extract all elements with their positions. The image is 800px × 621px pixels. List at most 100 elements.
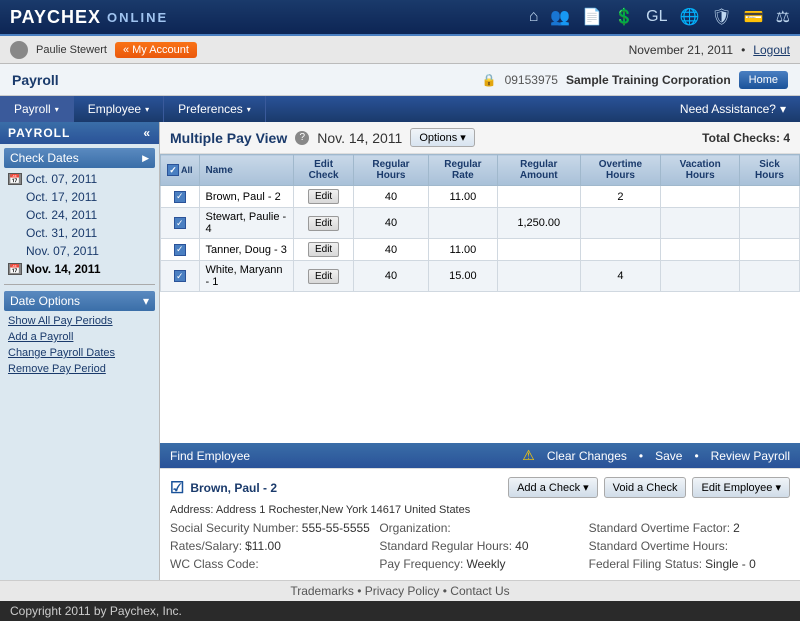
vacation-hours-col-header: Vacation Hours <box>661 155 740 186</box>
total-checks-value: 4 <box>783 131 790 145</box>
edit-btn-1[interactable]: Edit <box>308 216 339 231</box>
user-name: Paulie Stewert <box>36 44 107 56</box>
all-checkbox[interactable]: ✓ <box>167 164 179 176</box>
payment-icon[interactable]: 💳 <box>744 7 764 27</box>
home-button[interactable]: Home <box>739 71 788 89</box>
calendar-icon-0: 📅 <box>8 173 22 185</box>
check-dates-arrow: ▶ <box>142 153 149 164</box>
date-option-link-1[interactable]: Add a Payroll <box>0 329 159 345</box>
std-reg-hours-label: Standard Regular Hours: <box>379 539 512 553</box>
find-employee-label: Find Employee <box>170 449 250 463</box>
date-item-2[interactable]: Oct. 24, 2011 <box>4 206 155 224</box>
home-icon[interactable]: ⌂ <box>529 8 539 26</box>
regular-amount-col-header: Regular Amount <box>497 155 580 186</box>
row-vac-hours-1 <box>661 208 740 239</box>
header-icons: ⌂ 👥 📄 💲 GL 🌐 🛡 💳 ⚖ <box>529 7 790 27</box>
row-checkbox-2[interactable]: ✓ <box>161 239 200 261</box>
date-item-0[interactable]: 📅Oct. 07, 2011 <box>4 170 155 188</box>
user-info: Paulie Stewert « My Account <box>10 41 197 59</box>
clear-changes-link[interactable]: Clear Changes <box>547 449 627 463</box>
document-icon[interactable]: 📄 <box>582 7 602 27</box>
date-option-link-3[interactable]: Remove Pay Period <box>0 361 159 377</box>
table-row: ✓ White, Maryann - 1 Edit 40 15.00 4 <box>161 261 800 292</box>
gl-icon[interactable]: GL <box>646 8 667 26</box>
check-icon: ☑ <box>170 478 184 498</box>
row-checkbox-0[interactable]: ✓ <box>161 186 200 208</box>
sidebar: PAYROLL « Check Dates ▶ 📅Oct. 07, 2011Oc… <box>0 122 160 580</box>
date-option-link-2[interactable]: Change Payroll Dates <box>0 345 159 361</box>
payroll-table-container: ✓All Name Edit Check Regular Hours Regul… <box>160 154 800 443</box>
table-row: ✓ Brown, Paul - 2 Edit 40 11.00 2 <box>161 186 800 208</box>
sidebar-divider <box>4 284 155 285</box>
org-label: Organization: <box>379 521 450 535</box>
payroll-title: Payroll <box>12 72 59 88</box>
row-sick-hours-3 <box>740 261 800 292</box>
edit-btn-0[interactable]: Edit <box>308 189 339 204</box>
nav-arrow-preferences: ▾ <box>247 105 251 114</box>
row-name-0: Brown, Paul - 2 <box>199 186 294 208</box>
row-edit-3[interactable]: Edit <box>294 261 354 292</box>
copyright-text: Copyright 2011 by Paychex, Inc. <box>10 604 182 618</box>
sick-hours-col-header: Sick Hours <box>740 155 800 186</box>
wc-label: WC Class Code: <box>170 557 259 571</box>
row-reg-amount-2 <box>497 239 580 261</box>
dollar-icon[interactable]: 💲 <box>614 7 634 27</box>
globe-icon[interactable]: 🌐 <box>680 7 700 27</box>
options-button[interactable]: Options ▾ <box>410 128 475 147</box>
row-name-1: Stewart, Paulie - 4 <box>199 208 294 239</box>
footer-links: Trademarks • Privacy Policy • Contact Us <box>0 580 800 601</box>
table-row: ✓ Tanner, Doug - 3 Edit 40 11.00 <box>161 239 800 261</box>
check-dates-header[interactable]: Check Dates ▶ <box>4 148 155 168</box>
find-bar-sep2: • <box>694 449 698 463</box>
org-row: Organization: <box>379 520 580 536</box>
content-title-group: Multiple Pay View ? Nov. 14, 2011 Option… <box>170 128 475 147</box>
total-checks: Total Checks: 4 <box>702 131 790 145</box>
app-header: PAYCHEX ONLINE ⌂ 👥 📄 💲 GL 🌐 🛡 💳 ⚖ <box>0 0 800 36</box>
need-assistance[interactable]: Need Assistance? ▾ <box>666 96 800 122</box>
people-icon[interactable]: 👥 <box>550 7 570 27</box>
table-body: ✓ Brown, Paul - 2 Edit 40 11.00 2 ✓ Stew… <box>161 186 800 292</box>
scale-icon[interactable]: ⚖ <box>776 7 790 27</box>
row-reg-hours-1: 40 <box>354 208 429 239</box>
ssn-label: Social Security Number: <box>170 521 299 535</box>
pay-freq-value: Weekly <box>466 557 505 571</box>
date-item-3[interactable]: Oct. 31, 2011 <box>4 224 155 242</box>
row-vac-hours-0 <box>661 186 740 208</box>
date-options-header[interactable]: Date Options ▾ <box>4 291 155 311</box>
review-payroll-link[interactable]: Review Payroll <box>711 449 790 463</box>
edit-btn-2[interactable]: Edit <box>308 242 339 257</box>
find-employee-bar: Find Employee ⚠ Clear Changes • Save • R… <box>160 443 800 468</box>
save-link[interactable]: Save <box>655 449 682 463</box>
my-account-button[interactable]: « My Account <box>115 42 197 58</box>
row-checkbox-3[interactable]: ✓ <box>161 261 200 292</box>
edit-btn-3[interactable]: Edit <box>308 269 339 284</box>
rate-label: Rates/Salary: <box>170 539 242 553</box>
edit-employee-button[interactable]: Edit Employee ▾ <box>692 477 790 498</box>
help-icon[interactable]: ? <box>295 131 309 145</box>
row-edit-0[interactable]: Edit <box>294 186 354 208</box>
std-ot-value: 2 <box>733 521 740 535</box>
date-item-5[interactable]: 📅Nov. 14, 2011 <box>4 260 155 278</box>
shield-icon[interactable]: 🛡 <box>711 7 731 27</box>
row-edit-2[interactable]: Edit <box>294 239 354 261</box>
warning-icon: ⚠ <box>522 447 535 464</box>
void-check-button[interactable]: Void a Check <box>604 477 687 498</box>
main-content: PAYROLL « Check Dates ▶ 📅Oct. 07, 2011Oc… <box>0 122 800 580</box>
date-option-link-0[interactable]: Show All Pay Periods <box>0 313 159 329</box>
date-item-4[interactable]: Nov. 07, 2011 <box>4 242 155 260</box>
sub-header: Paulie Stewert « My Account November 21,… <box>0 36 800 64</box>
logout-link[interactable]: Logout <box>753 43 790 57</box>
row-checkbox-1[interactable]: ✓ <box>161 208 200 239</box>
content-header: Multiple Pay View ? Nov. 14, 2011 Option… <box>160 122 800 154</box>
std-ot-hours-row: Standard Overtime Hours: <box>589 538 790 554</box>
employee-detail: ☑ Brown, Paul - 2 Add a Check ▾ Void a C… <box>160 468 800 580</box>
nav-item-preferences[interactable]: Preferences ▾ <box>164 96 266 122</box>
sidebar-collapse-icon[interactable]: « <box>143 126 151 140</box>
nav-item-employee[interactable]: Employee ▾ <box>74 96 164 122</box>
total-checks-label: Total Checks: <box>702 131 780 145</box>
date-item-1[interactable]: Oct. 17, 2011 <box>4 188 155 206</box>
nav-item-payroll[interactable]: Payroll ▾ <box>0 96 74 122</box>
row-edit-1[interactable]: Edit <box>294 208 354 239</box>
add-check-button[interactable]: Add a Check ▾ <box>508 477 598 498</box>
find-bar-actions: ⚠ Clear Changes • Save • Review Payroll <box>522 447 790 464</box>
